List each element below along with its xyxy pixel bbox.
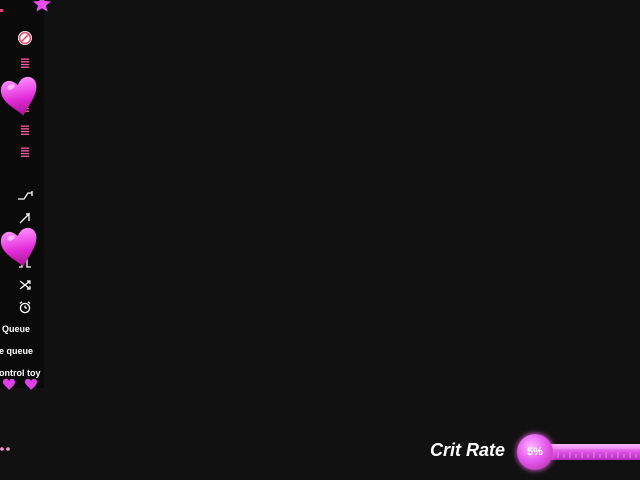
sine-wave-icon: [18, 234, 32, 246]
stop-button[interactable]: [16, 29, 34, 47]
prohibited-icon: [17, 30, 33, 46]
pattern-wave-button[interactable]: [16, 231, 34, 249]
crit-rate-label: Crit Rate: [430, 440, 506, 460]
indicator-dots: [0, 440, 14, 451]
side-panel: Queue e queue ontrol toy: [0, 0, 44, 388]
list-button-4[interactable]: [16, 121, 34, 139]
crit-rate-value: 5%: [527, 446, 543, 458]
shuffle-button[interactable]: [16, 276, 34, 294]
list-icon: [19, 79, 31, 91]
pattern-step-button[interactable]: [16, 187, 34, 205]
list-icon: [19, 146, 31, 158]
pattern-ramp-button[interactable]: [16, 209, 34, 227]
list-button-3[interactable]: [16, 98, 34, 116]
alarm-button[interactable]: [16, 298, 34, 316]
app-root: Queue e queue ontrol toy Crit Rate 5%: [0, 0, 640, 480]
clear-queue-button[interactable]: e queue: [0, 346, 33, 356]
step-wave-icon: [17, 190, 33, 202]
list-button-1[interactable]: [16, 54, 34, 72]
pattern-pulse-button[interactable]: [16, 254, 34, 272]
list-button-5[interactable]: [16, 143, 34, 161]
list-icon: [19, 101, 31, 113]
control-toy-button[interactable]: ontrol toy: [0, 368, 41, 378]
crit-rate-orb: 5%: [517, 434, 553, 470]
list-button-2[interactable]: [16, 76, 34, 94]
pulse-wave-icon: [18, 257, 32, 269]
queue-button[interactable]: Queue: [2, 324, 30, 334]
list-icon: [19, 124, 31, 136]
alarm-icon: [18, 300, 32, 314]
edge-marker: [0, 9, 3, 12]
list-icon: [19, 57, 31, 69]
shuffle-icon: [18, 279, 32, 291]
ramp-wave-icon: [18, 211, 32, 225]
